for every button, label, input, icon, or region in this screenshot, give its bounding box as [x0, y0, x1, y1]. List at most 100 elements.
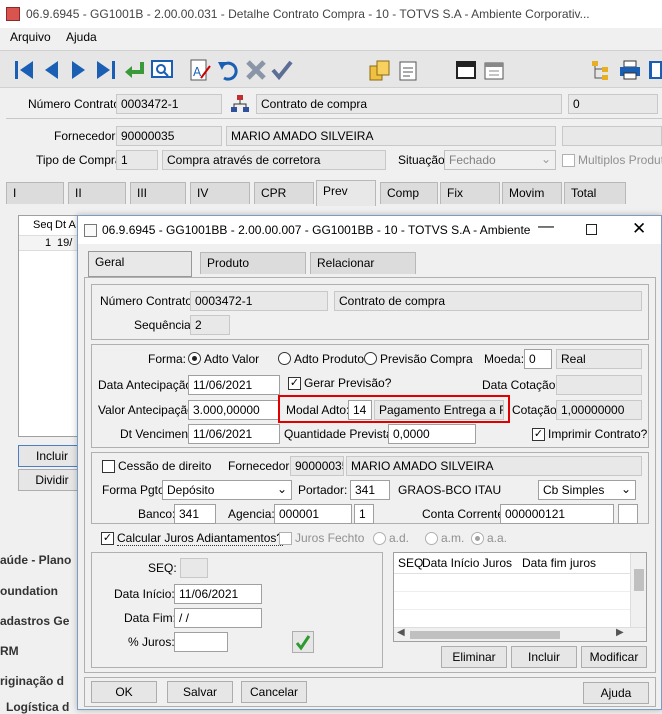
portador-code-field[interactable]: 341 [350, 480, 390, 500]
salvar-button[interactable]: Salvar [167, 681, 233, 703]
tree-icon[interactable] [590, 58, 614, 82]
close-icon[interactable]: ✕ [632, 219, 646, 239]
forma-adto-valor-radio[interactable] [188, 352, 201, 365]
modificar-button[interactable]: Modificar [581, 646, 647, 668]
horizontal-scrollbar[interactable]: ◀ ▶ [394, 627, 646, 641]
main-multiplos-checkbox[interactable] [562, 154, 575, 167]
main-tab-ii[interactable]: II [68, 182, 126, 204]
main-tab-total[interactable]: Total [564, 182, 626, 204]
scroll-thumb[interactable] [634, 569, 644, 591]
juros-grid[interactable]: SEQ Data Início Juros Data fim juros ◀ ▶ [393, 552, 647, 642]
data-inicio-field[interactable]: 11/06/2021 [174, 584, 262, 604]
maximize-icon[interactable] [586, 224, 597, 235]
cessao-checkbox[interactable] [102, 460, 115, 473]
fornecedor-name-field: MARIO AMADO SILVEIRA [346, 456, 642, 476]
cb-select[interactable]: Cb Simples ⌄ [538, 480, 636, 500]
main-tab-fix[interactable]: Fix [440, 182, 500, 204]
juros-am-radio[interactable] [425, 532, 438, 545]
goto-icon[interactable] [122, 58, 146, 82]
forma-previsao-compra-radio[interactable] [364, 352, 377, 365]
main-tab-prev[interactable]: Prev [316, 180, 376, 206]
agencia-field[interactable]: 000001 [274, 504, 352, 524]
agencia-dv-field[interactable]: 1 [354, 504, 374, 524]
main-title-bar: 06.9.6945 - GG1001B - 2.00.00.031 - Deta… [0, 0, 662, 28]
valor-antecipacao-field[interactable]: 3.000,00000 [188, 400, 280, 420]
hierarchy-icon[interactable] [230, 94, 250, 114]
notes-icon[interactable] [396, 58, 420, 82]
window-icon[interactable] [454, 58, 478, 82]
main-tipo-compra-code[interactable]: 1 [116, 150, 158, 170]
ok-button[interactable]: OK [91, 681, 157, 703]
forma-adto-produto-radio[interactable] [278, 352, 291, 365]
dt-vencimento-field[interactable]: 11/06/2021 [188, 424, 280, 444]
calendar-icon[interactable] [482, 58, 506, 82]
dialog-tab-geral[interactable]: Geral [88, 251, 192, 277]
main-tab-iv[interactable]: IV [190, 182, 250, 204]
conta-corrente-dv-field[interactable] [618, 504, 638, 524]
main-numero-contrato-field[interactable]: 0003472-1 [116, 94, 222, 114]
dialog-tab-relacionar[interactable]: Relacionar [310, 252, 416, 274]
banco-field[interactable]: 341 [174, 504, 216, 524]
main-dividir-button[interactable]: Dividir [18, 469, 86, 491]
ajuda-button[interactable]: Ajuda [583, 682, 649, 704]
last-record-icon[interactable] [94, 58, 118, 82]
exit-icon[interactable] [646, 58, 662, 82]
dialog-tab-produto[interactable]: Produto [200, 252, 306, 274]
data-fim-field[interactable]: / / [174, 608, 262, 628]
main-tab-movim[interactable]: Movim [502, 182, 562, 204]
cancelar-button[interactable]: Cancelar [241, 681, 307, 703]
confirm-juros-button[interactable] [292, 631, 314, 653]
gerar-previsao-checkbox[interactable]: ✓ [288, 377, 301, 390]
portador-name: GRAOS-BCO ITAU [398, 483, 502, 497]
data-antecipacao-field[interactable]: 11/06/2021 [188, 375, 280, 395]
seq-label: SEQ: [148, 561, 177, 575]
main-situacao-select[interactable]: Fechado ⌄ [444, 150, 556, 170]
data-antecipacao-label: Data Antecipação: [98, 378, 196, 392]
eliminar-button[interactable]: Eliminar [441, 646, 507, 668]
imprimir-contrato-checkbox[interactable]: ✓ [532, 428, 545, 441]
main-fornecedor-code[interactable]: 90000035 [116, 126, 222, 146]
perc-juros-label: % Juros: [128, 635, 175, 649]
print-icon[interactable] [618, 58, 642, 82]
search-icon[interactable] [150, 58, 174, 82]
next-record-icon[interactable] [66, 58, 90, 82]
fornecedor-code-field[interactable]: 90000035 [290, 456, 344, 476]
dialog-window: 06.9.6945 - GG1001BB - 2.00.00.007 - GG1… [77, 215, 662, 710]
juros-aa-radio[interactable] [471, 532, 484, 545]
confirm-icon[interactable] [270, 58, 294, 82]
chevron-down-icon: ⌄ [620, 482, 631, 496]
gerar-previsao-label: Gerar Previsão? [304, 376, 392, 390]
grid-header-data-inicio: Data Início Juros [422, 556, 513, 570]
numero-contrato-field[interactable]: 0003472-1 [190, 291, 328, 311]
main-tab-cpr[interactable]: CPR [254, 182, 314, 204]
perc-juros-field[interactable] [174, 632, 228, 652]
juros-fechto-checkbox[interactable] [279, 532, 292, 545]
juros-ad-radio[interactable] [373, 532, 386, 545]
moeda-field[interactable]: 0 [524, 349, 552, 369]
previous-record-icon[interactable] [40, 58, 64, 82]
undo-icon[interactable] [216, 58, 240, 82]
main-tab-i[interactable]: I [6, 182, 64, 204]
menu-ajuda[interactable]: Ajuda [66, 30, 97, 44]
minimize-icon[interactable]: — [538, 218, 554, 236]
modal-adto-field[interactable]: 14 [348, 400, 372, 420]
adiantamento-panel: Forma: Adto Valor Adto Produto Previsão … [91, 344, 649, 448]
scroll-right-icon[interactable]: ▶ [616, 627, 624, 638]
main-tab-iii[interactable]: III [130, 182, 186, 204]
vertical-scrollbar[interactable] [630, 553, 646, 627]
calcular-juros-checkbox[interactable]: ✓ [101, 532, 114, 545]
scroll-left-icon[interactable]: ◀ [397, 627, 405, 638]
scroll-h-thumb[interactable] [410, 631, 560, 639]
main-incluir-button[interactable]: Incluir [18, 445, 86, 467]
copy-icon[interactable] [368, 58, 392, 82]
first-record-icon[interactable] [12, 58, 36, 82]
juros-incluir-button[interactable]: Incluir [511, 646, 577, 668]
quantidade-prevista-field[interactable]: 0,0000 [388, 424, 476, 444]
edit-icon[interactable]: A [188, 58, 212, 82]
conta-corrente-field[interactable]: 000000121 [500, 504, 614, 524]
main-grid-cell-dt: 19/ [57, 237, 73, 249]
menu-arquivo[interactable]: Arquivo [10, 30, 51, 44]
forma-pgto-select[interactable]: Depósito ⌄ [162, 480, 292, 500]
main-tab-comp[interactable]: Comp [380, 182, 438, 204]
delete-icon[interactable] [244, 58, 268, 82]
